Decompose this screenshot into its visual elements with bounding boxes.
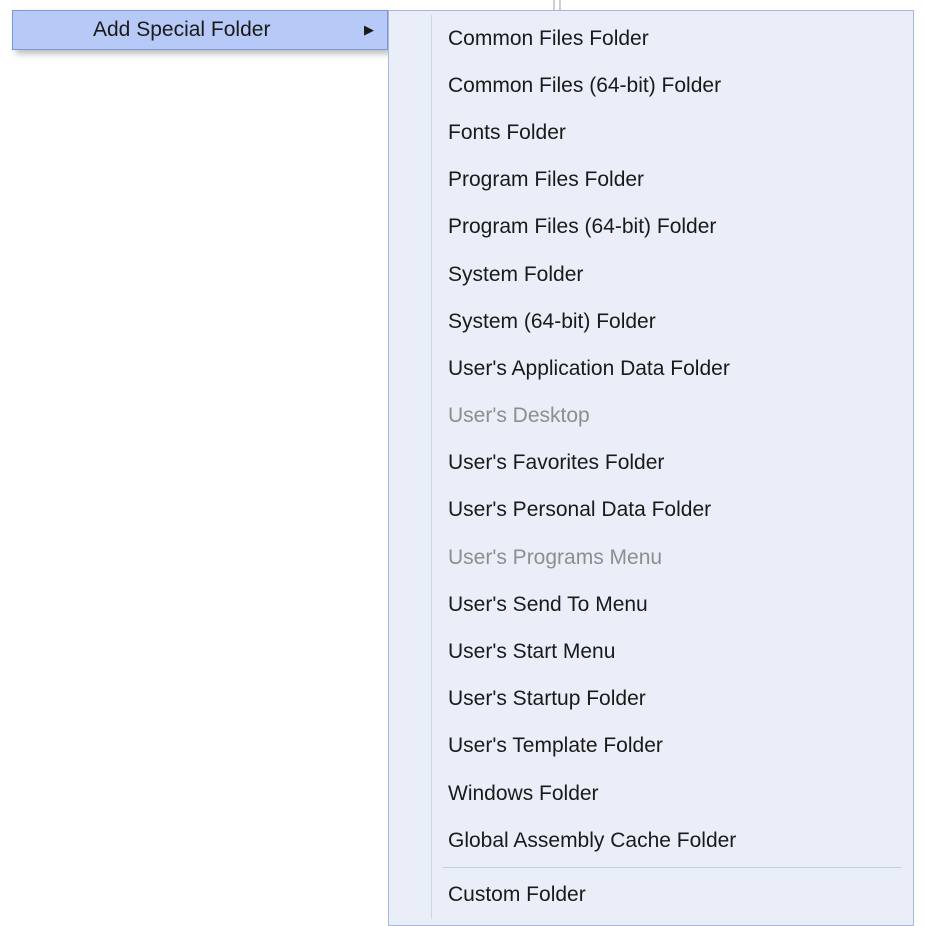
- submenu-item-common-files-folder[interactable]: Common Files Folder: [392, 15, 910, 62]
- submenu-item-user-s-desktop: User's Desktop: [392, 393, 910, 440]
- submenu-item-program-files-folder[interactable]: Program Files Folder: [392, 157, 910, 204]
- submenu-item-label: User's Desktop: [448, 404, 590, 428]
- submenu-item-label: Program Files (64-bit) Folder: [448, 215, 716, 239]
- submenu-item-label: Global Assembly Cache Folder: [448, 829, 736, 853]
- submenu-item-user-s-start-menu[interactable]: User's Start Menu: [392, 628, 910, 675]
- submenu-item-user-s-favorites-folder[interactable]: User's Favorites Folder: [392, 440, 910, 487]
- submenu-item-label: System (64-bit) Folder: [448, 310, 656, 334]
- submenu-item-label: User's Startup Folder: [448, 687, 646, 711]
- submenu-item-windows-folder[interactable]: Windows Folder: [392, 770, 910, 817]
- submenu-item-user-s-template-folder[interactable]: User's Template Folder: [392, 723, 910, 770]
- submenu-add-special-folder: Common Files Folder Common Files (64-bit)…: [388, 10, 914, 926]
- submenu-item-user-s-programs-menu: User's Programs Menu: [392, 534, 910, 581]
- submenu-item-system-64-bit-folder[interactable]: System (64-bit) Folder: [392, 298, 910, 345]
- submenu-item-label: User's Send To Menu: [448, 593, 648, 617]
- submenu-item-user-s-personal-data-folder[interactable]: User's Personal Data Folder: [392, 487, 910, 534]
- submenu-arrow-icon: ▶: [365, 22, 387, 38]
- submenu-item-common-files-64-bit-folder[interactable]: Common Files (64-bit) Folder: [392, 62, 910, 109]
- submenu-item-label: Windows Folder: [448, 782, 599, 806]
- submenu-item-label: Program Files Folder: [448, 168, 644, 192]
- submenu-item-user-s-startup-folder[interactable]: User's Startup Folder: [392, 676, 910, 723]
- submenu-item-label: System Folder: [448, 263, 583, 287]
- submenu-separator: [442, 867, 902, 868]
- submenu-item-label: Fonts Folder: [448, 121, 566, 145]
- submenu-item-user-s-application-data-folder[interactable]: User's Application Data Folder: [392, 345, 910, 392]
- background-vertical-divider-top: [553, 0, 561, 10]
- submenu-item-label: User's Template Folder: [448, 734, 663, 758]
- submenu-item-program-files-64-bit-folder[interactable]: Program Files (64-bit) Folder: [392, 204, 910, 251]
- menu-icon-gutter: [13, 11, 53, 49]
- menu-item-add-special-folder[interactable]: Add Special Folder ▶: [12, 10, 388, 50]
- submenu-item-label: User's Programs Menu: [448, 546, 662, 570]
- submenu-item-label: User's Favorites Folder: [448, 451, 664, 475]
- submenu-item-user-s-send-to-menu[interactable]: User's Send To Menu: [392, 581, 910, 628]
- submenu-item-label: Common Files (64-bit) Folder: [448, 74, 721, 98]
- submenu-icon-gutter: [431, 15, 432, 919]
- submenu-item-fonts-folder[interactable]: Fonts Folder: [392, 109, 910, 156]
- menu-item-label: Add Special Folder: [53, 18, 365, 42]
- submenu-item-label: Custom Folder: [448, 883, 586, 907]
- submenu-item-label: User's Personal Data Folder: [448, 498, 711, 522]
- submenu-item-global-assembly-cache-folder[interactable]: Global Assembly Cache Folder: [392, 817, 910, 864]
- submenu-item-custom-folder[interactable]: Custom Folder: [392, 871, 910, 918]
- submenu-item-label: User's Start Menu: [448, 640, 615, 664]
- submenu-item-label: User's Application Data Folder: [448, 357, 730, 381]
- submenu-item-system-folder[interactable]: System Folder: [392, 251, 910, 298]
- submenu-item-label: Common Files Folder: [448, 27, 649, 51]
